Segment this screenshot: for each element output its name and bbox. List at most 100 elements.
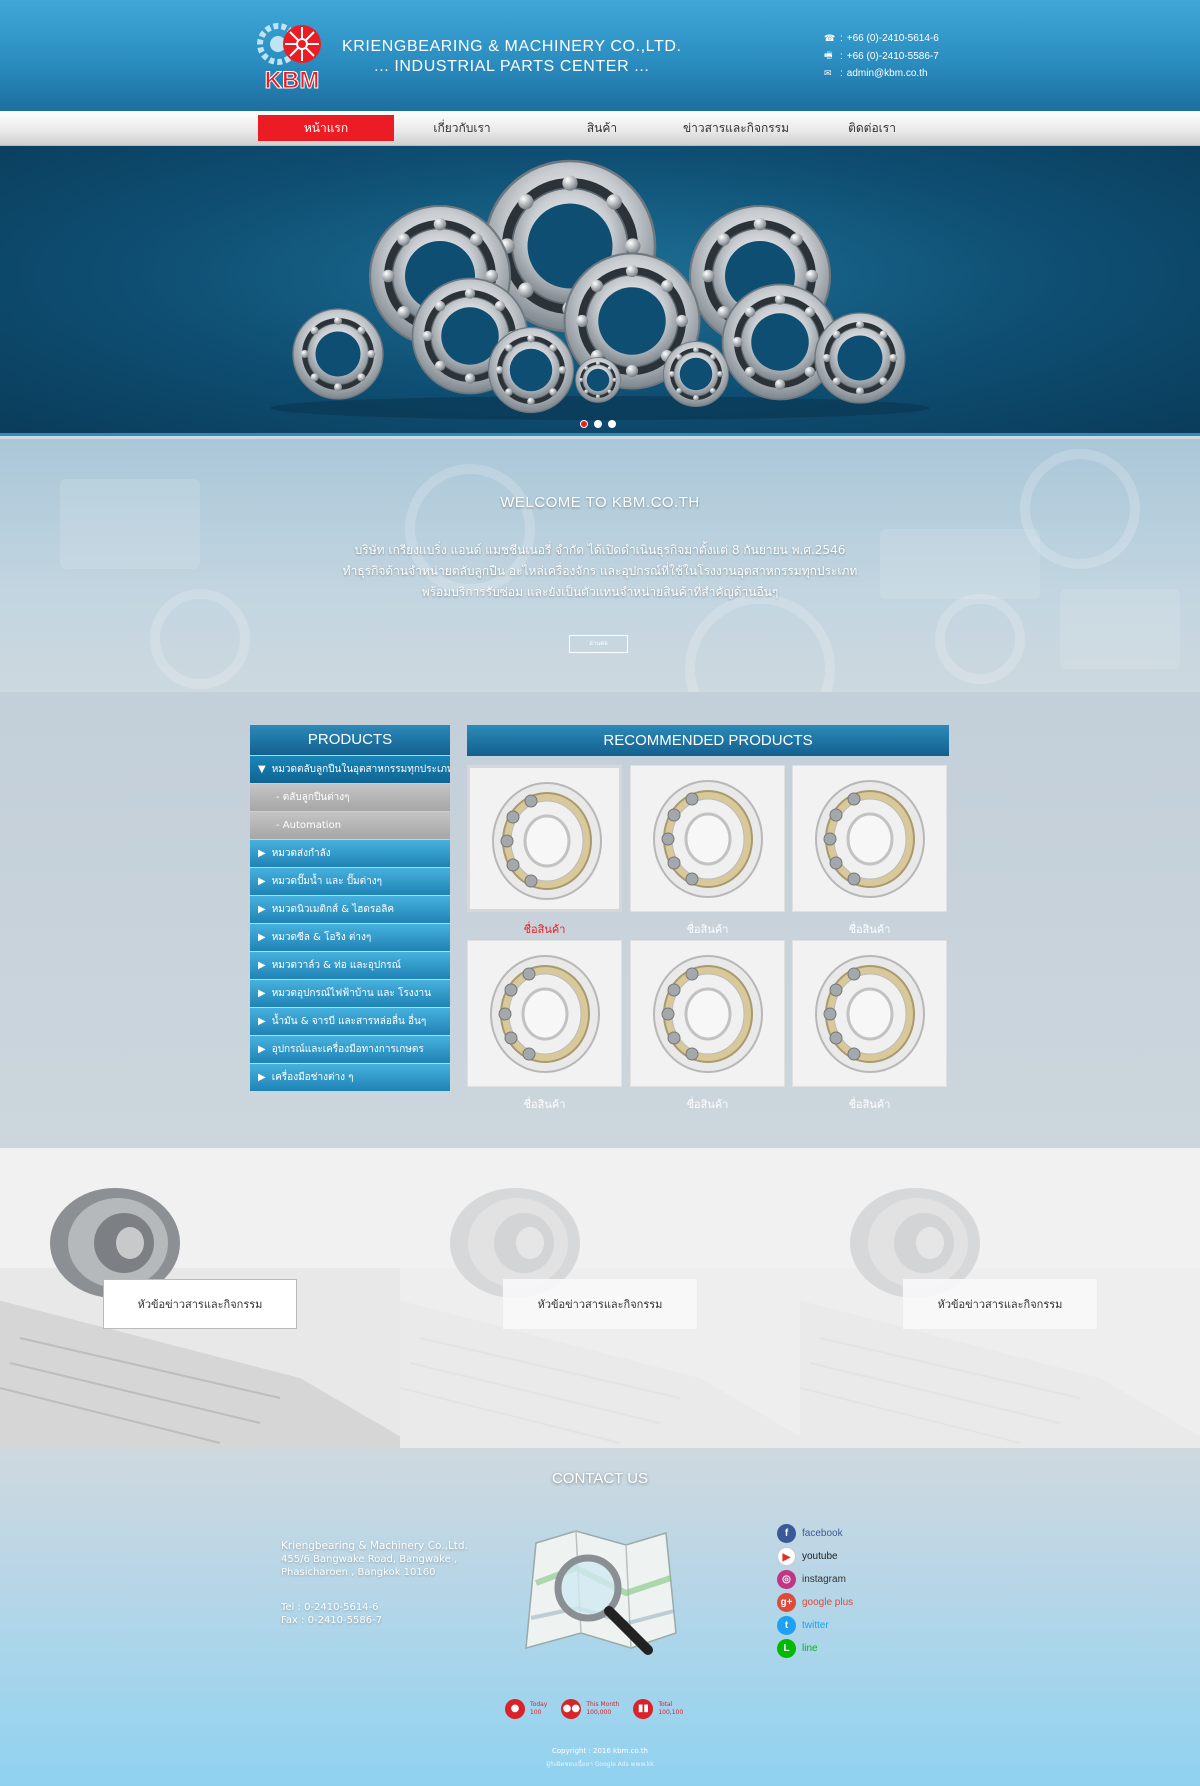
social-label: instagram	[802, 1574, 846, 1585]
social-label: google plus	[802, 1597, 854, 1608]
caret-right-icon: ▶	[258, 988, 266, 999]
product-image[interactable]	[467, 765, 622, 912]
subcategory-automation[interactable]: - Automation	[250, 812, 450, 839]
social-label: twitter	[802, 1620, 829, 1631]
product-name[interactable]: ชื่อสินค้า	[630, 1095, 785, 1113]
category-item[interactable]: ▶ หมวดส่งกำลัง	[250, 840, 450, 867]
youtube-icon: ▶	[777, 1547, 796, 1566]
product-card[interactable]: ชื่อสินค้า	[630, 765, 785, 938]
product-image[interactable]	[630, 940, 785, 1087]
nav-news[interactable]: ข่าวสารและกิจกรรม	[668, 115, 804, 141]
recommended-heading: RECOMMENDED PRODUCTS	[467, 725, 949, 756]
news-title[interactable]: หัวข้อข่าวสารและกิจกรรม	[903, 1279, 1097, 1329]
social-youtube[interactable]: ▶ youtube	[777, 1545, 853, 1568]
product-name[interactable]: ชื่อสินค้า	[792, 1095, 947, 1113]
social-twitter[interactable]: t twitter	[777, 1614, 853, 1637]
users-icon: ●●	[561, 1699, 582, 1719]
phone-icon: ☎	[824, 33, 836, 44]
category-item[interactable]: ▶ หมวดปั๊มน้ำ และ ปั๊มต่างๆ	[250, 868, 450, 895]
product-image[interactable]	[630, 765, 785, 912]
slider-dot-2[interactable]	[594, 420, 602, 428]
google-plus-icon: g+	[777, 1593, 796, 1612]
news-section: หัวข้อข่าวสารและกิจกรรม หัวข้อข่าวสารและ…	[0, 1148, 1200, 1448]
nav-contact[interactable]: ติดต่อเรา	[804, 115, 940, 141]
social-google-plus[interactable]: g+ google plus	[777, 1591, 853, 1614]
user-icon: ●	[505, 1699, 525, 1719]
welcome-section: WELCOME TO KBM.CO.TH บริษัท เกรียงแบริ่ง…	[0, 439, 1200, 692]
category-label: หมวดนิวเมติกส์ & ไฮดรอลิค	[271, 904, 395, 915]
category-bearings[interactable]: ▼ หมวดตลับลูกปืนในอุตสาหกรรมทุกประเภท	[250, 756, 450, 783]
news-card[interactable]: หัวข้อข่าวสารและกิจกรรม	[800, 1148, 1200, 1448]
caret-right-icon: ▶	[258, 1016, 266, 1027]
news-title[interactable]: หัวข้อข่าวสารและกิจกรรม	[103, 1279, 297, 1329]
subcategory-bearings[interactable]: - ตลับลูกปืนต่างๆ	[250, 784, 450, 811]
product-card[interactable]: ชื่อสินค้า	[630, 940, 785, 1113]
category-item[interactable]: ▶ อุปกรณ์และเครื่องมือทางการเกษตร	[250, 1036, 450, 1063]
stat-label: Total	[658, 1701, 673, 1708]
news-title[interactable]: หัวข้อข่าวสารและกิจกรรม	[503, 1279, 697, 1329]
welcome-line-1: บริษัท เกรียงแบริ่ง แอนด์ แมชชีนเนอรี่ จ…	[354, 543, 846, 557]
caret-right-icon: ▶	[258, 932, 266, 943]
category-label: หมวดอุปกรณ์ไฟฟ้าบ้าน และ โรงงาน	[271, 988, 431, 999]
product-name[interactable]: ชื่อสินค้า	[467, 1095, 622, 1113]
product-name[interactable]: ชื่อสินค้า	[467, 920, 622, 938]
category-label: หมวดตลับลูกปืนในอุตสาหกรรมทุกประเภท	[271, 764, 450, 775]
bearings-banner-image	[270, 159, 930, 420]
product-image[interactable]	[792, 940, 947, 1087]
social-line[interactable]: Lline	[777, 1637, 853, 1660]
kbm-logo[interactable]: KBM	[255, 22, 329, 92]
product-category-sidebar: PRODUCTS ▼ หมวดตลับลูกปืนในอุตสาหกรรมทุกป…	[250, 725, 450, 1092]
recommended-products: RECOMMENDED PRODUCTS	[467, 725, 949, 756]
social-facebook[interactable]: f facebook	[777, 1522, 853, 1545]
footer-credit: ผู้รับผิดชอบเนื้อหา Google Ads www.kk	[546, 1761, 654, 1768]
email-link[interactable]: admin@kbm.co.th	[847, 68, 928, 79]
category-label: เครื่องมือช่างต่าง ๆ	[271, 1072, 354, 1083]
social-label: line	[802, 1643, 818, 1654]
category-label: หมวดส่งกำลัง	[271, 848, 331, 859]
welcome-line-3: พร้อมบริการรับซ่อม และยังเป็นตัวแทนจำหน่…	[421, 585, 779, 599]
product-card[interactable]: ชื่อสินค้า	[792, 765, 947, 938]
caret-right-icon: ▶	[258, 960, 266, 971]
news-card[interactable]: หัวข้อข่าวสารและกิจกรรม	[0, 1148, 400, 1448]
product-image[interactable]	[467, 940, 622, 1087]
category-item[interactable]: ▶ เครื่องมือช่างต่าง ๆ	[250, 1064, 450, 1091]
read-more-button[interactable]: อ่านต่อ	[569, 635, 628, 653]
caret-right-icon: ▶	[258, 1044, 266, 1055]
products-section: PRODUCTS ▼ หมวดตลับลูกปืนในอุตสาหกรรมทุกป…	[0, 692, 1200, 1148]
contact-address: Kriengbearing & Machinery Co.,Ltd. 455/6…	[281, 1540, 468, 1627]
category-label: อุปกรณ์และเครื่องมือทางการเกษตร	[271, 1044, 424, 1055]
slider-dots	[580, 420, 616, 428]
category-item[interactable]: ▶ หมวดซีล & โอริง ต่างๆ	[250, 924, 450, 951]
stat-today: ● Today 100	[505, 1699, 547, 1719]
social-instagram[interactable]: ◎ instagram	[777, 1568, 853, 1591]
nav-about[interactable]: เกี่ยวกับเรา	[394, 115, 530, 141]
hero-slider[interactable]	[0, 146, 1200, 436]
nav-home[interactable]: หน้าแรก	[258, 115, 394, 141]
welcome-text: บริษัท เกรียงแบริ่ง แอนด์ แมชชีนเนอรี่ จ…	[0, 540, 1200, 603]
bar-chart-icon: ▮▮	[633, 1699, 654, 1719]
address-line-2: Phasicharoen , Bangkok 10160	[281, 1567, 436, 1578]
product-image[interactable]	[792, 765, 947, 912]
news-card[interactable]: หัวข้อข่าวสารและกิจกรรม	[400, 1148, 800, 1448]
product-name[interactable]: ชื่อสินค้า	[792, 920, 947, 938]
category-item[interactable]: ▶ หมวดวาล์ว & ท่อ และอุปกรณ์	[250, 952, 450, 979]
product-card[interactable]: ชื่อสินค้า	[467, 765, 622, 938]
welcome-line-2: ทำธุรกิจด้านจำหน่ายตลับลูกปืน อะไหล่เครื…	[342, 564, 858, 578]
category-item[interactable]: ▶ หมวดอุปกรณ์ไฟฟ้าบ้าน และ โรงงาน	[250, 980, 450, 1007]
category-item[interactable]: ▶ น้ำมัน & จารบี และสารหล่อลื่น อื่นๆ	[250, 1008, 450, 1035]
logo-text: KBM	[265, 67, 320, 92]
caret-right-icon: ▶	[258, 904, 266, 915]
fax-number: +66 (0)-2410-5586-7	[846, 50, 939, 62]
site-header: KBM KRIENGBEARING & MACHINERY CO.,LTD. .…	[0, 0, 1200, 111]
category-item[interactable]: ▶ หมวดนิวเมติกส์ & ไฮดรอลิค	[250, 896, 450, 923]
product-name[interactable]: ชื่อสินค้า	[630, 920, 785, 938]
slider-dot-3[interactable]	[608, 420, 616, 428]
map-search-icon[interactable]	[516, 1523, 686, 1663]
address-line-1: 455/6 Bangwake Road, Bangwake ,	[281, 1554, 458, 1565]
product-card[interactable]: ชื่อสินค้า	[792, 940, 947, 1113]
slider-dot-1[interactable]	[580, 420, 588, 428]
stat-value: 100,000	[586, 1709, 612, 1716]
stat-value: 100	[530, 1709, 542, 1716]
product-card[interactable]: ชื่อสินค้า	[467, 940, 622, 1113]
nav-products[interactable]: สินค้า	[534, 115, 670, 141]
